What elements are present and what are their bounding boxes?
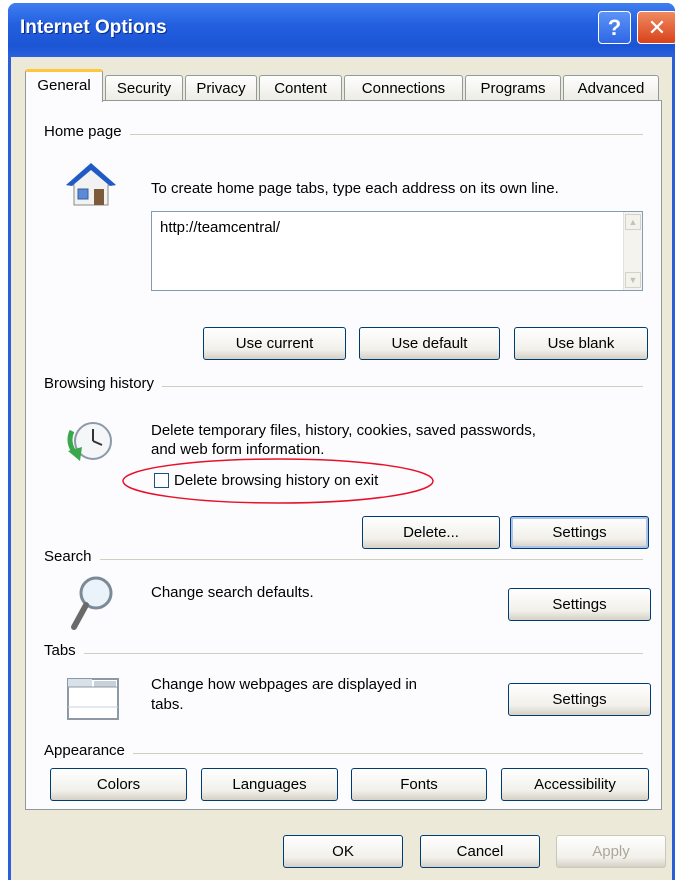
help-button[interactable]: ? [598, 11, 631, 44]
use-default-button[interactable]: Use default [359, 327, 500, 360]
tab-content[interactable]: Content [259, 75, 342, 101]
window-title: Internet Options [20, 17, 167, 38]
appearance-group-label: Appearance [44, 742, 133, 759]
apply-button[interactable]: Apply [556, 835, 666, 868]
delete-history-button[interactable]: Delete... [362, 516, 500, 549]
use-current-button[interactable]: Use current [203, 327, 346, 360]
home-page-icon [66, 163, 116, 206]
dialog-client-area: General Security Privacy Content Connect… [11, 57, 672, 880]
general-tab-panel: Home page To create home page tabs, type… [25, 100, 662, 810]
close-button[interactable]: ✕ [637, 11, 675, 44]
tab-privacy[interactable]: Privacy [185, 75, 257, 101]
accessibility-button[interactable]: Accessibility [501, 768, 649, 801]
delete-history-on-exit-label[interactable]: Delete browsing history on exit [174, 471, 378, 490]
languages-button[interactable]: Languages [201, 768, 338, 801]
colors-button[interactable]: Colors [50, 768, 187, 801]
tab-advanced[interactable]: Advanced [563, 75, 659, 101]
browsing-history-group-label: Browsing history [44, 375, 163, 392]
scroll-down-arrow-icon[interactable]: ▼ [625, 272, 641, 288]
tabs-settings-button[interactable]: Settings [508, 683, 651, 716]
home-page-description: To create home page tabs, type each addr… [151, 180, 559, 197]
internet-options-window: Internet Options ? ✕ General Security Pr… [8, 3, 675, 880]
home-page-url-value: http://teamcentral/ [160, 219, 281, 236]
home-page-url-scrollbar[interactable]: ▲ ▼ [623, 212, 642, 290]
search-description: Change search defaults. [151, 584, 314, 601]
tab-general[interactable]: General [25, 69, 103, 102]
cancel-button[interactable]: Cancel [420, 835, 540, 868]
tab-security[interactable]: Security [105, 75, 183, 101]
fonts-button[interactable]: Fonts [351, 768, 487, 801]
search-magnifier-icon [71, 576, 113, 630]
ok-button[interactable]: OK [283, 835, 403, 868]
tab-programs[interactable]: Programs [465, 75, 561, 101]
title-bar[interactable]: Internet Options ? ✕ [8, 3, 675, 57]
tabs-group-label: Tabs [44, 642, 84, 659]
home-page-divider [51, 134, 643, 135]
search-group-label: Search [44, 548, 100, 565]
search-settings-button[interactable]: Settings [508, 588, 651, 621]
search-divider [51, 559, 643, 560]
home-page-url-textarea[interactable]: http://teamcentral/ ▲ ▼ [151, 211, 643, 291]
browsing-history-description-line1: Delete temporary files, history, cookies… [151, 422, 536, 439]
use-blank-button[interactable]: Use blank [514, 327, 648, 360]
tabs-description-line1: Change how webpages are displayed in [151, 676, 418, 693]
tabs-description-line2: tabs. [151, 696, 184, 713]
scroll-up-arrow-icon[interactable]: ▲ [625, 214, 641, 230]
tabs-divider [51, 653, 643, 654]
tab-connections[interactable]: Connections [344, 75, 463, 101]
history-clock-icon [67, 422, 112, 461]
home-page-group-label: Home page [44, 123, 130, 140]
appearance-divider [51, 753, 643, 754]
browsing-history-settings-button[interactable]: Settings [510, 516, 649, 549]
tabs-window-icon [67, 678, 119, 720]
delete-history-on-exit-checkbox[interactable] [154, 473, 169, 488]
